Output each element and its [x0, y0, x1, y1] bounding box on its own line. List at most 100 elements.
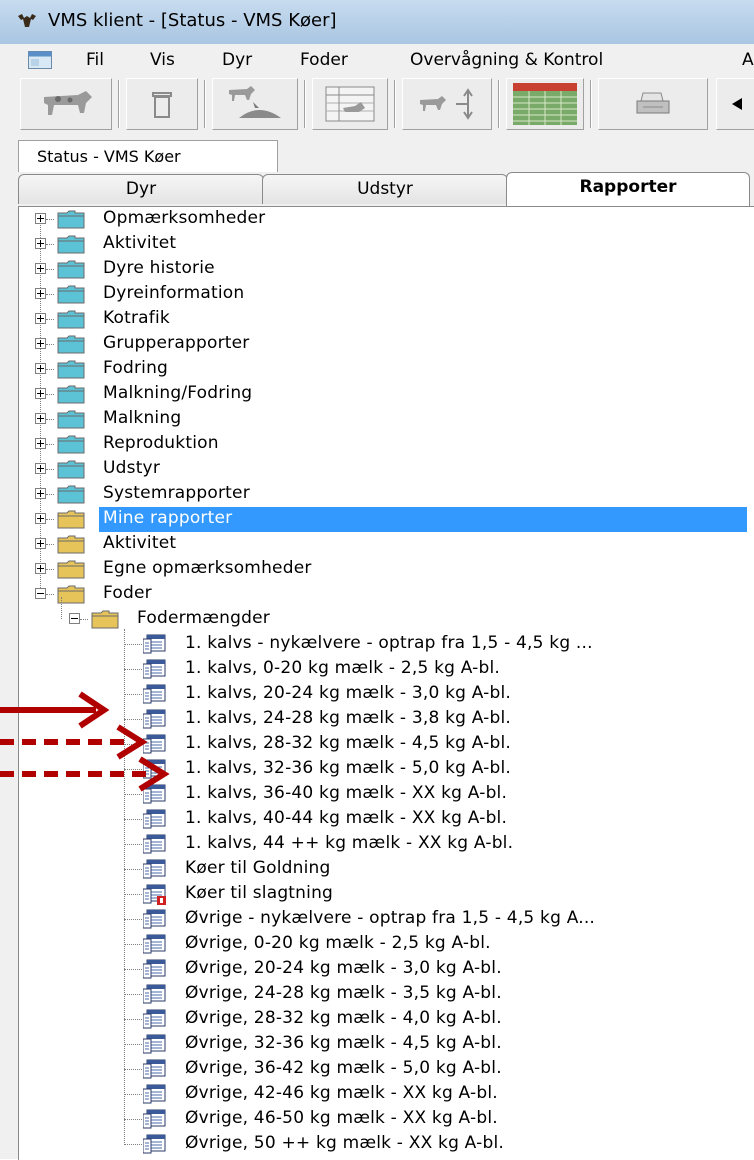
report-item[interactable]: Øvrige, 46-50 kg mælk - XX kg A-bl. [19, 1107, 754, 1132]
report-item[interactable]: 1. kalvs, 28-32 kg mælk - 4,5 kg A-bl. [19, 732, 754, 757]
report-item[interactable]: Øvrige, 0-20 kg mælk - 2,5 kg A-bl. [19, 932, 754, 957]
expand-icon[interactable] [35, 463, 46, 474]
tree-folder-row[interactable]: Opmærksomheder [19, 207, 754, 232]
expand-icon[interactable] [35, 338, 46, 349]
collapse-icon[interactable] [35, 588, 46, 599]
tree-folder-label: Dyreinformation [103, 283, 245, 303]
collapse-icon[interactable] [69, 613, 80, 624]
system-menu-icon[interactable] [28, 51, 52, 69]
expand-icon[interactable] [35, 538, 46, 549]
expand-icon[interactable] [35, 513, 46, 524]
report-item[interactable]: Køer til slagtning [19, 882, 754, 907]
folder-icon [57, 285, 85, 304]
app-icon [18, 14, 36, 27]
report-grid-button[interactable] [506, 78, 584, 130]
tree-folder-row[interactable]: Mine rapporter [19, 507, 754, 532]
document-tab-status[interactable]: Status - VMS Køer [18, 140, 278, 172]
tree-connector [46, 344, 54, 345]
tree-connector [124, 1094, 142, 1095]
table-button[interactable] [312, 78, 388, 130]
menu-more[interactable]: A [742, 50, 754, 70]
tab-rapporter[interactable]: Rapporter [506, 172, 750, 206]
report-item[interactable]: Øvrige, 32-36 kg mælk - 4,5 kg A-bl. [19, 1032, 754, 1057]
expand-icon[interactable] [35, 388, 46, 399]
tree-folder-row[interactable]: Reproduktion [19, 432, 754, 457]
report-icon [142, 1059, 167, 1081]
report-item[interactable]: 1. kalvs, 32-36 kg mælk - 5,0 kg A-bl. [19, 757, 754, 782]
tree-folder-row[interactable]: Dyreinformation [19, 282, 754, 307]
report-label: 1. kalvs, 20-24 kg mælk - 3,0 kg A-bl. [185, 683, 512, 703]
report-item[interactable]: 1. kalvs, 36-40 kg mælk - XX kg A-bl. [19, 782, 754, 807]
report-item[interactable]: Øvrige, 28-32 kg mælk - 4,0 kg A-bl. [19, 1007, 754, 1032]
report-item[interactable]: 1. kalvs, 40-44 kg mælk - XX kg A-bl. [19, 807, 754, 832]
tree-folder-label: Mine rapporter [103, 508, 233, 528]
tree-folder-label: Udstyr [103, 458, 161, 478]
tree-folder-row[interactable]: Udstyr [19, 457, 754, 482]
tree-connector [124, 994, 142, 995]
expand-icon[interactable] [35, 213, 46, 224]
menu-vis[interactable]: Vis [150, 50, 175, 70]
document-tab-strip: Status - VMS Køer [0, 134, 754, 174]
expand-icon[interactable] [35, 363, 46, 374]
tree-folder-row[interactable]: Malkning/Fodring [19, 382, 754, 407]
tree-folder-label: Aktivitet [103, 533, 177, 553]
expand-icon[interactable] [35, 563, 46, 574]
report-tree[interactable]: Opmærksomheder Aktivitet Dyre historie Dyre… [18, 206, 754, 1160]
feed-button[interactable] [212, 78, 298, 130]
back-button[interactable] [716, 78, 754, 130]
move-animal-button[interactable] [402, 78, 492, 130]
report-grid-icon [513, 83, 577, 125]
report-item[interactable]: 1. kalvs - nykælvere - optrap fra 1,5 - … [19, 632, 754, 657]
tree-folder-label: Egne opmærksomheder [103, 558, 312, 578]
tree-folder-row[interactable]: Malkning [19, 407, 754, 432]
tree-folder-row[interactable]: Grupperapporter [19, 332, 754, 357]
cow-icon [44, 91, 92, 115]
report-item[interactable]: Køer til Goldning [19, 857, 754, 882]
tree-folder-row[interactable]: Fodring [19, 357, 754, 382]
expand-icon[interactable] [35, 438, 46, 449]
report-icon [142, 984, 167, 1006]
expand-icon[interactable] [35, 488, 46, 499]
menu-foder[interactable]: Foder [300, 50, 348, 70]
expand-icon[interactable] [35, 288, 46, 299]
report-item[interactable]: 1. kalvs, 24-28 kg mælk - 3,8 kg A-bl. [19, 707, 754, 732]
tree-folder-row[interactable]: Kotrafik [19, 307, 754, 332]
tree-folder-row[interactable]: Dyre historie [19, 257, 754, 282]
tree-connector [46, 469, 54, 470]
menu-dyr[interactable]: Dyr [222, 50, 252, 70]
table-icon [325, 86, 375, 122]
report-item[interactable]: Øvrige, 20-24 kg mælk - 3,0 kg A-bl. [19, 957, 754, 982]
tree-subfolder-row[interactable]: Fodermængder [19, 607, 754, 632]
cow-button[interactable] [20, 78, 112, 130]
report-item[interactable]: 1. kalvs, 44 ++ kg mælk - XX kg A-bl. [19, 832, 754, 857]
tree-folder-row[interactable]: Aktivitet [19, 532, 754, 557]
report-label: Øvrige, 42-46 kg mælk - XX kg A-bl. [185, 1083, 498, 1103]
report-item[interactable]: Øvrige, 36-42 kg mælk - 5,0 kg A-bl. [19, 1057, 754, 1082]
report-item[interactable]: 1. kalvs, 0-20 kg mælk - 2,5 kg A-bl. [19, 657, 754, 682]
report-item[interactable]: Øvrige, 24-28 kg mælk - 3,5 kg A-bl. [19, 982, 754, 1007]
expand-icon[interactable] [35, 238, 46, 249]
print-button[interactable] [598, 78, 708, 130]
tree-connector [124, 944, 142, 945]
report-label: 1. kalvs, 32-36 kg mælk - 5,0 kg A-bl. [185, 758, 512, 778]
tree-connector [124, 919, 142, 920]
expand-icon[interactable] [35, 313, 46, 324]
report-label: 1. kalvs, 0-20 kg mælk - 2,5 kg A-bl. [185, 658, 501, 678]
expand-icon[interactable] [35, 413, 46, 424]
delete-button[interactable] [126, 78, 198, 130]
tree-folder-row[interactable]: Egne opmærksomheder [19, 557, 754, 582]
menu-fil[interactable]: Fil [86, 50, 104, 70]
document-tab-label: Status - VMS Køer [37, 147, 181, 166]
tree-folder-row[interactable]: Aktivitet [19, 232, 754, 257]
report-item[interactable]: 1. kalvs, 20-24 kg mælk - 3,0 kg A-bl. [19, 682, 754, 707]
tree-folder-row[interactable]: Foder [19, 582, 754, 607]
tree-folder-row[interactable]: Systemrapporter [19, 482, 754, 507]
tab-udstyr[interactable]: Udstyr [262, 174, 508, 204]
tab-dyr[interactable]: Dyr [18, 174, 264, 204]
menu-overvaagning[interactable]: Overvågning & Kontrol [410, 50, 603, 70]
report-item[interactable]: Øvrige, 42-46 kg mælk - XX kg A-bl. [19, 1082, 754, 1107]
report-icon [142, 709, 167, 731]
report-item[interactable]: Øvrige - nykælvere - optrap fra 1,5 - 4,… [19, 907, 754, 932]
report-item[interactable]: Øvrige, 50 ++ kg mælk - XX kg A-bl. [19, 1132, 754, 1157]
expand-icon[interactable] [35, 263, 46, 274]
